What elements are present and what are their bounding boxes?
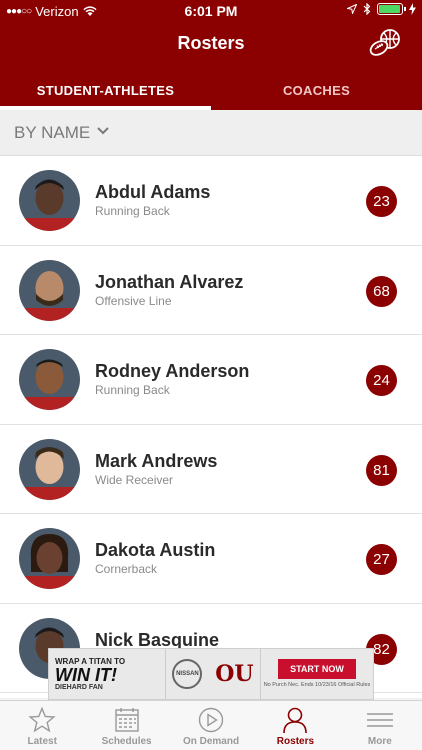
jersey-number-badge: 27 bbox=[366, 544, 397, 575]
avatar bbox=[19, 528, 80, 589]
ad-fine-print: No Purch Nec. Ends 10/23/16 Official Rul… bbox=[263, 682, 371, 689]
start-now-button[interactable]: START NOW bbox=[278, 659, 356, 680]
charging-icon bbox=[409, 3, 416, 15]
tab-label: Schedules bbox=[101, 736, 152, 747]
roster-row[interactable]: Mark Andrews Wide Receiver 81 bbox=[0, 424, 422, 514]
athlete-name: Jonathan Alvarez bbox=[95, 271, 244, 292]
play-icon bbox=[198, 707, 224, 733]
menu-icon bbox=[366, 713, 393, 727]
ad-banner[interactable]: WRAP A TITAN TO WIN IT! DIEHARD FAN NISS… bbox=[48, 648, 374, 700]
tab-schedules[interactable]: Schedules bbox=[84, 701, 168, 750]
athlete-position: Offensive Line bbox=[95, 293, 172, 308]
ad-line-3: DIEHARD FAN bbox=[55, 683, 103, 691]
tab-more[interactable]: More bbox=[338, 701, 422, 750]
roster-row[interactable]: Dakota Austin Cornerback 27 bbox=[0, 514, 422, 604]
ad-promo-text: WRAP A TITAN TO WIN IT! DIEHARD FAN bbox=[49, 657, 165, 691]
tab-student-athletes[interactable]: STUDENT-ATHLETES bbox=[0, 66, 211, 110]
avatar bbox=[19, 349, 80, 410]
jersey-number-badge: 81 bbox=[366, 454, 397, 486]
athlete-position: Running Back bbox=[95, 383, 170, 397]
roster-row[interactable]: Abdul Adams Running Back 23 bbox=[0, 156, 422, 246]
avatar bbox=[19, 438, 80, 500]
tab-latest[interactable]: Latest bbox=[0, 701, 84, 750]
tab-label: On Demand bbox=[182, 736, 240, 747]
tab-on-demand[interactable]: On Demand bbox=[169, 701, 253, 750]
roster-list[interactable]: Abdul Adams Running Back 23 Jonathan Alv… bbox=[0, 156, 422, 698]
ad-line-2: WIN IT! bbox=[55, 664, 117, 685]
tab-coaches[interactable]: COACHES bbox=[211, 66, 422, 110]
nissan-logo: NISSAN bbox=[172, 659, 203, 689]
athlete-position: Wide Receiver bbox=[95, 472, 174, 487]
bottom-tab-bar: Latest Schedules On Demand Rosters More bbox=[0, 700, 422, 750]
bluetooth-icon bbox=[363, 3, 371, 15]
jersey-number-badge: 68 bbox=[366, 275, 397, 307]
avatar bbox=[19, 259, 80, 321]
tab-label: Rosters bbox=[276, 736, 315, 747]
roster-row[interactable]: Jonathan Alvarez Offensive Line 68 bbox=[0, 245, 422, 335]
status-bar: ●●●○○ Verizon 6:01 PM bbox=[0, 0, 422, 22]
athlete-name: Mark Andrews bbox=[95, 450, 218, 471]
sports-selector-icon[interactable] bbox=[368, 28, 402, 58]
ad-cta: START NOW No Purch Nec. Ends 10/23/16 Of… bbox=[261, 659, 373, 689]
page-title: Rosters bbox=[177, 33, 245, 53]
status-icons bbox=[347, 3, 416, 15]
tab-label: More bbox=[367, 736, 392, 747]
athlete-position: Running Back bbox=[95, 204, 170, 218]
athlete-name: Rodney Anderson bbox=[95, 361, 250, 381]
jersey-number-badge: 23 bbox=[366, 186, 397, 217]
person-icon bbox=[283, 707, 308, 734]
roster-row[interactable]: Rodney Anderson Running Back 24 bbox=[0, 335, 422, 425]
sort-label: BY NAME bbox=[14, 123, 91, 142]
sort-filter[interactable]: BY NAME bbox=[0, 110, 422, 156]
battery-icon bbox=[377, 3, 406, 15]
chevron-down-icon bbox=[97, 127, 109, 135]
roster-tabs: STUDENT-ATHLETES COACHES bbox=[0, 66, 422, 110]
athlete-position: Cornerback bbox=[95, 562, 158, 576]
calendar-icon bbox=[114, 708, 139, 732]
avatar bbox=[19, 170, 80, 231]
ad-logos: NISSAN OU bbox=[165, 649, 261, 699]
athlete-name: Dakota Austin bbox=[95, 540, 216, 560]
location-icon bbox=[347, 4, 357, 14]
tab-rosters[interactable]: Rosters bbox=[253, 701, 337, 750]
ou-logo: OU bbox=[215, 661, 254, 687]
nav-bar: Rosters bbox=[0, 22, 422, 66]
athlete-name: Abdul Adams bbox=[95, 182, 211, 202]
tab-label: Latest bbox=[27, 736, 57, 747]
jersey-number-badge: 24 bbox=[366, 365, 397, 396]
star-icon bbox=[28, 706, 56, 733]
